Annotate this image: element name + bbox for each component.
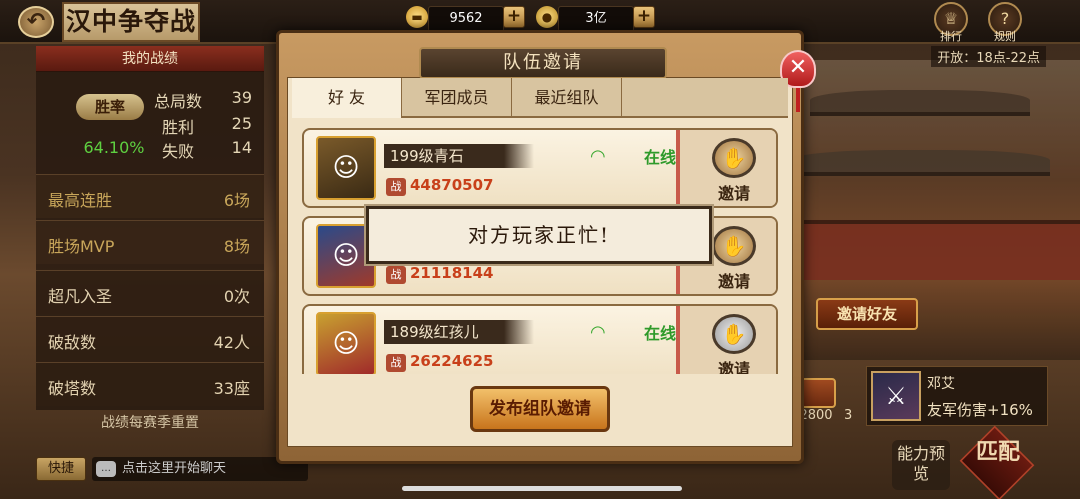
record-row: 超凡入圣 0次 bbox=[36, 270, 264, 314]
total-games-label: 总局数 bbox=[154, 92, 203, 111]
game-screen: ↶ 汉中争夺战 ▬ 9562 + ● 3亿 + ♕ 排行 ? 规则 开放：18点… bbox=[0, 0, 1080, 499]
add-coin-button[interactable]: + bbox=[633, 6, 655, 28]
power-badge: 战 bbox=[386, 266, 406, 284]
invite-button[interactable]: 邀请 bbox=[704, 180, 764, 204]
invite-button[interactable]: 邀请 bbox=[704, 268, 764, 292]
quick-chat-button[interactable]: 快捷 bbox=[36, 457, 86, 481]
friend-status: 在线 bbox=[644, 148, 677, 167]
record-row: 破塔数 33座 bbox=[36, 362, 264, 406]
wifi-icon: ◠ bbox=[590, 322, 606, 343]
card-divider bbox=[676, 306, 680, 374]
power-badge: 战 bbox=[386, 178, 406, 196]
invite-friend-button[interactable]: 邀请好友 bbox=[816, 298, 918, 330]
ingot-icon: ▬ bbox=[406, 6, 428, 28]
chest-value-secondary: 3 bbox=[844, 408, 853, 423]
rules-label: 规则 bbox=[994, 30, 1016, 43]
ingot-count: 9562 bbox=[428, 6, 504, 32]
back-arrow-icon[interactable]: ↶ bbox=[18, 6, 54, 38]
record-row-value: 0次 bbox=[223, 287, 250, 306]
wins-label: 胜利 bbox=[162, 118, 195, 137]
match-button[interactable]: 匹配 bbox=[968, 440, 1028, 464]
winrate-box: 胜率 64.10% 总局数 39 胜利 25 失败 14 bbox=[36, 76, 264, 188]
chest-icon[interactable] bbox=[800, 378, 836, 408]
win-rate-value: 64.10% bbox=[83, 138, 145, 157]
season-reset-note: 战绩每赛季重置 bbox=[101, 415, 199, 431]
hero-card[interactable]: ⚔ 邓艾 友军伤害+16% bbox=[866, 366, 1048, 426]
friend-name: 199级青石 bbox=[384, 144, 534, 168]
record-row-label: 最高连胜 bbox=[48, 191, 113, 210]
handshake-icon[interactable]: ✋ bbox=[712, 314, 756, 354]
my-record-panel: 我的战绩 胜率 64.10% 总局数 39 胜利 25 失败 14 最高连胜 6… bbox=[36, 46, 264, 410]
open-time: 开放：18点-22点 bbox=[931, 46, 1046, 67]
losses-value: 14 bbox=[231, 138, 252, 157]
record-row-value: 8场 bbox=[223, 237, 250, 256]
hero-portrait: ⚔ bbox=[871, 371, 921, 421]
home-indicator[interactable] bbox=[402, 486, 682, 491]
friend-card: ☺ 199级青石 战 44870507 ◠ 在线 ✋ 邀请 bbox=[302, 128, 778, 208]
friend-power: 44870507 bbox=[410, 176, 494, 194]
friend-power: 21118144 bbox=[410, 264, 494, 282]
coin-count: 3亿 bbox=[558, 6, 634, 32]
total-games-value: 39 bbox=[231, 88, 252, 107]
add-ingot-button[interactable]: + bbox=[503, 6, 525, 28]
record-row: 胜场MVP 8场 bbox=[36, 220, 264, 264]
page-title: 汉中争夺战 bbox=[62, 2, 200, 42]
tab-friends[interactable]: 好 友 bbox=[292, 78, 402, 118]
coin-icon: ● bbox=[536, 6, 558, 28]
palace-roof bbox=[810, 90, 1030, 116]
friend-avatar: ☺ bbox=[316, 136, 376, 200]
handshake-icon[interactable]: ✋ bbox=[712, 226, 756, 266]
invite-tabs: 好 友 军团成员 最近组队 bbox=[292, 78, 788, 118]
hero-name: 邓艾 bbox=[927, 376, 955, 392]
friend-avatar: ☺ bbox=[316, 312, 376, 374]
record-row-label: 破敌数 bbox=[48, 333, 97, 352]
invite-button[interactable]: 邀请 bbox=[704, 356, 764, 374]
friend-name: 189级红孩儿 bbox=[384, 320, 534, 344]
busy-toast: 对方玩家正忙! bbox=[366, 206, 712, 264]
wifi-icon: ◠ bbox=[590, 146, 606, 167]
handshake-icon[interactable]: ✋ bbox=[712, 138, 756, 178]
friend-power: 26224625 bbox=[410, 352, 494, 370]
dialog-title: 队伍邀请 bbox=[419, 47, 667, 79]
win-rate-label: 胜率 bbox=[76, 94, 144, 120]
tab-recent-teams[interactable]: 最近组队 bbox=[512, 78, 622, 118]
ability-preview-button[interactable]: 能力预览 bbox=[892, 440, 950, 490]
power-badge: 战 bbox=[386, 354, 406, 372]
record-row-label: 破塔数 bbox=[48, 379, 97, 398]
record-row: 破敌数 42人 bbox=[36, 316, 264, 360]
hero-buff: 友军伤害+16% bbox=[927, 401, 1033, 419]
record-row-value: 6场 bbox=[223, 191, 250, 210]
palace-wall bbox=[780, 220, 1080, 280]
card-divider bbox=[676, 130, 680, 206]
friend-card: ☺ 189级红孩儿 战 26224625 ◠ 在线 ✋ 邀请 bbox=[302, 304, 778, 374]
record-row-label: 胜场MVP bbox=[48, 237, 115, 256]
tab-legion-members[interactable]: 军团成员 bbox=[402, 78, 512, 118]
record-row-value: 33座 bbox=[213, 379, 250, 398]
chat-bubble-icon: … bbox=[96, 461, 116, 477]
record-row-label: 超凡入圣 bbox=[48, 287, 113, 306]
record-row: 最高连胜 6场 bbox=[36, 174, 264, 218]
publish-invite-button[interactable]: 发布组队邀请 bbox=[470, 386, 610, 432]
wins-value: 25 bbox=[231, 114, 252, 133]
losses-label: 失败 bbox=[162, 142, 195, 161]
rank-label: 排行 bbox=[940, 30, 962, 43]
record-row-value: 42人 bbox=[213, 333, 250, 352]
friend-status: 在线 bbox=[644, 324, 677, 343]
close-tassel bbox=[796, 86, 800, 112]
palace-roof bbox=[790, 150, 1050, 176]
record-header: 我的战绩 bbox=[36, 46, 264, 72]
